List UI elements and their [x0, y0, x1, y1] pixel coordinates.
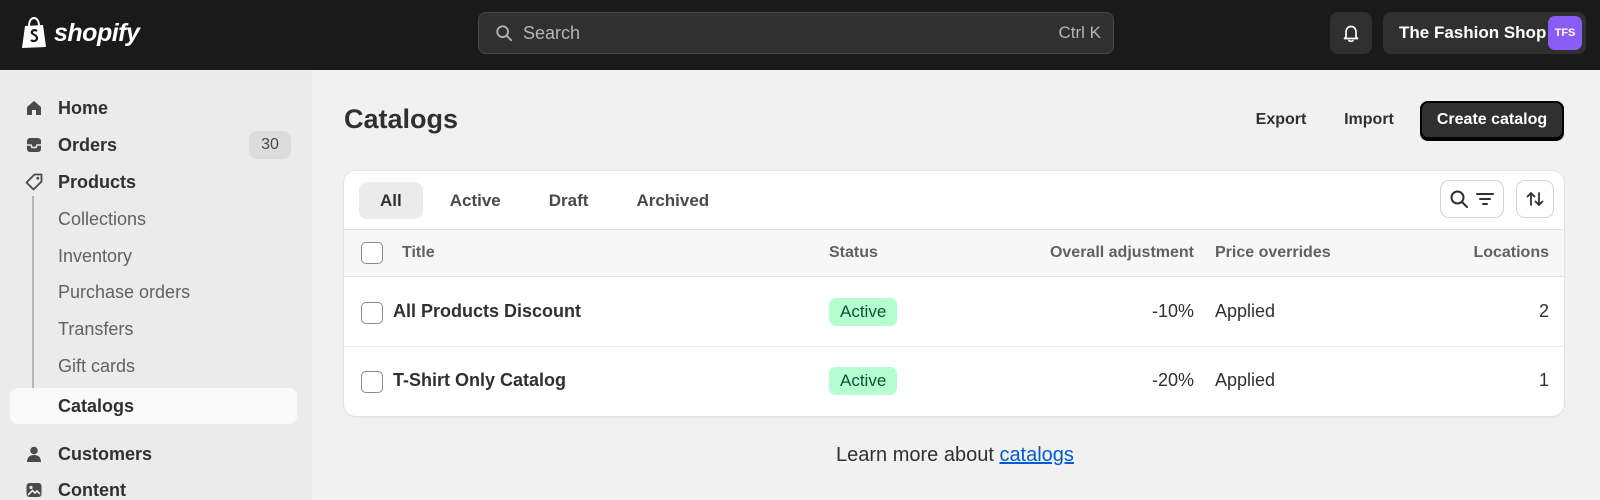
tab-all[interactable]: All: [359, 182, 423, 219]
sidebar-item-label: Customers: [58, 443, 153, 464]
tab-archived[interactable]: Archived: [615, 182, 730, 219]
sidebar-item-transfers[interactable]: Transfers: [10, 311, 297, 347]
image-icon: [26, 483, 42, 497]
import-button[interactable]: Import: [1331, 102, 1407, 138]
shopify-logo[interactable]: shopify: [20, 16, 140, 50]
person-icon: [27, 446, 41, 462]
tab-draft[interactable]: Draft: [528, 182, 610, 219]
sidebar-item-catalogs[interactable]: Catalogs: [10, 388, 297, 424]
table-row[interactable]: All Products Discount Active -10% Applie…: [344, 278, 1564, 347]
filter-icon: [1476, 193, 1494, 205]
select-all-checkbox[interactable]: [361, 242, 383, 264]
sidebar-item-label: Catalogs: [58, 395, 135, 416]
bell-icon: [1343, 25, 1359, 43]
column-header-adjustment[interactable]: Overall adjustment: [1050, 244, 1194, 262]
sort-button[interactable]: [1517, 181, 1553, 217]
notifications-button[interactable]: [1330, 12, 1372, 54]
sidebar-item-customers[interactable]: Customers: [10, 436, 297, 472]
sort-icon: [1526, 192, 1544, 206]
sidebar-item-gift-cards[interactable]: Gift cards: [10, 348, 297, 384]
export-button[interactable]: Export: [1244, 102, 1318, 138]
catalogs-card: All Active Draft Archived Title Status O…: [344, 171, 1564, 416]
table-header: Title Status Overall adjustment Price ov…: [344, 229, 1564, 277]
locations-count: 1: [1538, 370, 1549, 390]
search-shortcut: Ctrl K: [1058, 23, 1102, 42]
search-icon: [496, 25, 513, 42]
learn-more-text: Learn more about catalogs: [836, 444, 1074, 467]
create-catalog-button[interactable]: Create catalog: [1420, 101, 1564, 139]
page-title: Catalogs: [344, 104, 459, 134]
top-bar: shopify Search Ctrl K The Fashion Shop T…: [0, 0, 1600, 70]
sidebar-item-orders[interactable]: Orders 30: [10, 127, 297, 163]
sidebar-item-collections[interactable]: Collections: [10, 201, 297, 237]
overall-adjustment: -20%: [1151, 370, 1194, 390]
row-checkbox[interactable]: [361, 302, 383, 324]
logo-text: shopify: [54, 18, 140, 47]
row-checkbox[interactable]: [361, 371, 383, 393]
search-placeholder: Search: [523, 22, 581, 43]
price-overrides: Applied: [1215, 370, 1276, 390]
sidebar-item-label: Transfers: [58, 318, 134, 339]
sidebar-item-inventory[interactable]: Inventory: [10, 238, 297, 274]
home-icon: [27, 101, 41, 115]
table-row[interactable]: T-Shirt Only Catalog Active -20% Applied…: [344, 347, 1564, 416]
overall-adjustment: -10%: [1151, 301, 1194, 321]
search-icon: [1450, 190, 1468, 208]
sidebar-item-label: Collections: [58, 208, 147, 229]
tab-active[interactable]: Active: [429, 182, 522, 219]
catalogs-help-link[interactable]: catalogs: [999, 444, 1074, 466]
tag-icon: [25, 173, 43, 191]
orders-count-badge: 30: [249, 131, 291, 159]
store-menu-button[interactable]: The Fashion Shop TFS: [1383, 12, 1586, 54]
learn-more-prefix: Learn more about: [836, 444, 1000, 466]
sidebar-item-label: Inventory: [58, 245, 133, 266]
status-badge: Active: [829, 367, 898, 395]
sidebar-item-content[interactable]: Content: [10, 472, 297, 500]
sidebar-item-label: Home: [58, 97, 109, 118]
column-header-locations[interactable]: Locations: [1473, 244, 1549, 262]
sidebar-item-label: Products: [58, 171, 137, 192]
shopify-bag-icon: [22, 17, 46, 48]
inbox-icon: [27, 138, 41, 152]
sidebar: Home Orders 30 Products Collections Inve…: [0, 70, 312, 500]
avatar: TFS: [1548, 16, 1582, 50]
search-bar[interactable]: Search Ctrl K: [478, 12, 1114, 54]
column-header-title[interactable]: Title: [402, 244, 435, 262]
catalog-title[interactable]: T-Shirt Only Catalog: [393, 370, 566, 391]
column-header-price-overrides[interactable]: Price overrides: [1215, 244, 1331, 262]
price-overrides: Applied: [1215, 301, 1276, 321]
catalog-title[interactable]: All Products Discount: [393, 301, 581, 322]
sidebar-item-label: Content: [58, 479, 126, 500]
sidebar-item-label: Gift cards: [58, 355, 136, 376]
sidebar-item-products[interactable]: Products: [10, 164, 297, 200]
sidebar-item-label: Purchase orders: [58, 281, 191, 302]
sidebar-item-home[interactable]: Home: [10, 90, 297, 126]
status-badge: Active: [829, 298, 898, 326]
column-header-status[interactable]: Status: [829, 244, 878, 262]
store-name: The Fashion Shop: [1399, 23, 1547, 42]
sidebar-item-label: Orders: [58, 134, 118, 155]
search-filter-button[interactable]: [1441, 181, 1503, 217]
locations-count: 2: [1538, 301, 1549, 321]
filter-tabs: All Active Draft Archived: [359, 182, 730, 219]
sidebar-item-purchase-orders[interactable]: Purchase orders: [10, 274, 297, 310]
